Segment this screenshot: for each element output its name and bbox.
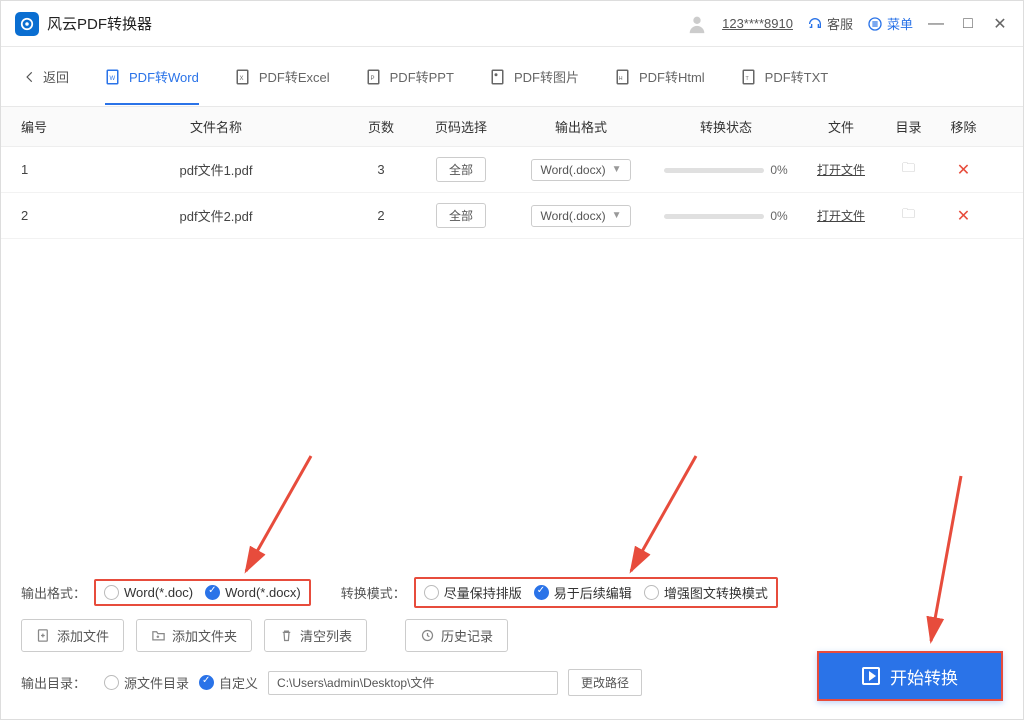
folder-icon[interactable]: 🗀 xyxy=(902,206,915,221)
table-header: 编号 文件名称 页数 页码选择 输出格式 转换状态 文件 目录 移除 xyxy=(1,107,1023,147)
page-select-button[interactable]: 全部 xyxy=(436,203,486,228)
remove-button[interactable]: ✕ xyxy=(957,162,970,179)
progress-percent: 0% xyxy=(770,209,787,223)
change-path-button[interactable]: 更改路径 xyxy=(568,669,642,696)
minimize-button[interactable]: — xyxy=(927,15,945,33)
cell-pages: 3 xyxy=(351,162,411,177)
back-button[interactable]: 返回 xyxy=(23,67,69,86)
svg-text:P: P xyxy=(370,76,374,82)
annotation-arrow-icon xyxy=(231,451,331,581)
clear-list-button[interactable]: 清空列表 xyxy=(264,619,367,652)
back-label: 返回 xyxy=(43,67,69,86)
header-status: 转换状态 xyxy=(651,117,801,136)
cell-id: 2 xyxy=(21,208,81,223)
header-file: 文件 xyxy=(801,117,881,136)
open-file-link[interactable]: 打开文件 xyxy=(817,163,865,177)
tab-pdf-to-html[interactable]: H PDF转Html xyxy=(615,49,705,104)
options-row: 输出格式： Word(*.doc) Word(*.docx) 转换模式： 尽量保… xyxy=(1,576,1023,608)
format-select[interactable]: Word(.docx)▼ xyxy=(531,159,630,181)
radio-source-dir[interactable]: 源文件目录 xyxy=(104,673,189,692)
avatar-icon xyxy=(686,13,708,35)
header-pagesel: 页码选择 xyxy=(411,117,511,136)
annotation-arrow-icon xyxy=(616,451,716,581)
folder-icon[interactable]: 🗀 xyxy=(902,160,915,175)
radio-docx[interactable]: Word(*.docx) xyxy=(205,585,301,600)
app-logo xyxy=(15,12,39,36)
svg-text:W: W xyxy=(110,76,116,82)
radio-doc[interactable]: Word(*.doc) xyxy=(104,585,193,600)
maximize-button[interactable]: □ xyxy=(959,15,977,33)
open-file-link[interactable]: 打开文件 xyxy=(817,209,865,223)
remove-button[interactable]: ✕ xyxy=(957,208,970,225)
start-convert-button[interactable]: 开始转换 xyxy=(817,651,1003,701)
customer-service[interactable]: 客服 xyxy=(807,14,853,33)
header-dir: 目录 xyxy=(881,117,936,136)
page-select-button[interactable]: 全部 xyxy=(436,157,486,182)
app-title: 风云PDF转换器 xyxy=(47,13,152,34)
service-label: 客服 xyxy=(827,14,853,33)
cell-name: pdf文件2.pdf xyxy=(81,206,351,225)
menu-button[interactable]: 菜单 xyxy=(867,14,913,33)
tab-pdf-to-txt[interactable]: T PDF转TXT xyxy=(741,49,829,104)
path-input[interactable] xyxy=(268,671,558,695)
header-id: 编号 xyxy=(21,117,81,136)
progress-bar xyxy=(664,214,764,219)
progress-bar xyxy=(664,168,764,173)
chevron-down-icon: ▼ xyxy=(612,164,622,175)
svg-text:H: H xyxy=(619,76,623,82)
history-button[interactable]: 历史记录 xyxy=(405,619,508,652)
tab-pdf-to-image[interactable]: PDF转图片 xyxy=(490,49,579,104)
header-format: 输出格式 xyxy=(511,117,651,136)
convert-mode-group: 尽量保持排版 易于后续编辑 增强图文转换模式 xyxy=(414,577,778,608)
chevron-down-icon: ▼ xyxy=(612,210,622,221)
header-remove: 移除 xyxy=(936,117,991,136)
table-row: 2 pdf文件2.pdf 2 全部 Word(.docx)▼ 0% 打开文件 🗀… xyxy=(1,193,1023,239)
header-name: 文件名称 xyxy=(81,117,351,136)
header-pages: 页数 xyxy=(351,117,411,136)
radio-easy-edit[interactable]: 易于后续编辑 xyxy=(534,583,632,602)
table-row: 1 pdf文件1.pdf 3 全部 Word(.docx)▼ 0% 打开文件 🗀… xyxy=(1,147,1023,193)
cell-name: pdf文件1.pdf xyxy=(81,160,351,179)
tab-pdf-to-ppt[interactable]: P PDF转PPT xyxy=(366,49,454,104)
output-dir-label: 输出目录： xyxy=(21,673,86,692)
play-icon xyxy=(862,667,880,685)
cell-id: 1 xyxy=(21,162,81,177)
radio-enhanced[interactable]: 增强图文转换模式 xyxy=(644,583,768,602)
action-row: 添加文件 添加文件夹 清空列表 历史记录 xyxy=(1,619,1023,652)
tab-bar: 返回 W PDF转Word X PDF转Excel P PDF转PPT PDF转… xyxy=(1,47,1023,107)
format-select[interactable]: Word(.docx)▼ xyxy=(531,205,630,227)
titlebar: 风云PDF转换器 123****8910 客服 菜单 — □ ✕ xyxy=(1,1,1023,47)
close-button[interactable]: ✕ xyxy=(991,15,1009,33)
tab-pdf-to-excel[interactable]: X PDF转Excel xyxy=(235,49,330,104)
output-format-group: Word(*.doc) Word(*.docx) xyxy=(94,579,311,606)
output-format-label: 输出格式： xyxy=(21,583,86,602)
add-folder-button[interactable]: 添加文件夹 xyxy=(136,619,252,652)
convert-mode-label: 转换模式： xyxy=(341,583,406,602)
radio-custom-dir[interactable]: 自定义 xyxy=(199,673,258,692)
svg-text:T: T xyxy=(745,76,749,82)
tab-pdf-to-word[interactable]: W PDF转Word xyxy=(105,49,199,104)
menu-label: 菜单 xyxy=(887,14,913,33)
cell-pages: 2 xyxy=(351,208,411,223)
user-id[interactable]: 123****8910 xyxy=(722,16,793,31)
radio-keep-layout[interactable]: 尽量保持排版 xyxy=(424,583,522,602)
svg-text:X: X xyxy=(239,76,243,82)
add-file-button[interactable]: 添加文件 xyxy=(21,619,124,652)
progress-percent: 0% xyxy=(770,163,787,177)
